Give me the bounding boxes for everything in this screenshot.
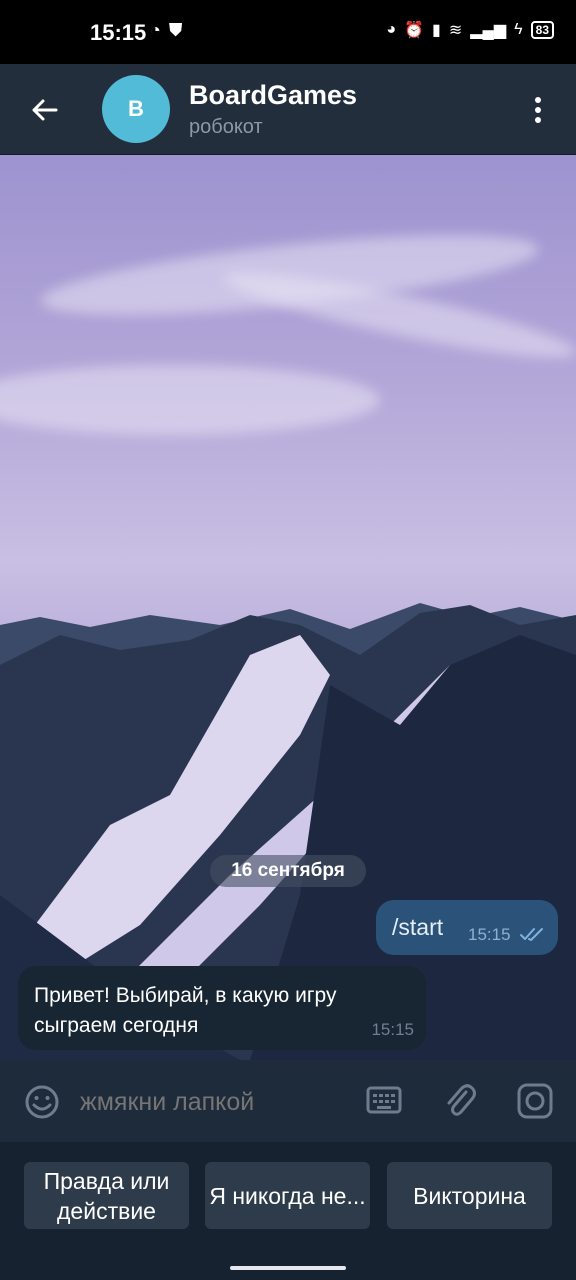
message-input[interactable] xyxy=(80,1088,350,1117)
keyboard-button-quiz[interactable]: Викторина xyxy=(387,1162,552,1229)
data-saver-icon: ◕ xyxy=(386,21,397,38)
charging-icon: ϟ xyxy=(514,21,523,38)
attach-icon[interactable] xyxy=(442,1082,478,1120)
chat-area[interactable]: 16 сентября /start 15:15 Привет! Выбирай… xyxy=(0,155,576,1060)
chat-header: B BoardGames робокот xyxy=(0,64,576,155)
chat-subtitle: робокот xyxy=(189,116,263,138)
message-input-bar xyxy=(0,1060,576,1142)
keyboard-button-truth-or-dare[interactable]: Правда или действие xyxy=(24,1162,189,1229)
vibrate-icon: ▮ xyxy=(432,22,441,39)
keyboard-icon[interactable] xyxy=(366,1086,402,1114)
bot-keyboard: Правда или действие Я никогда не... Викт… xyxy=(0,1142,576,1280)
avatar[interactable]: B xyxy=(102,75,170,143)
status-left-icons: ◔ ⛊ xyxy=(150,20,182,41)
wifi-icon: ≋ xyxy=(448,22,463,39)
home-indicator[interactable] xyxy=(230,1266,346,1270)
battery-indicator: 83 xyxy=(530,21,554,39)
message-text: Привет! Выбирай, в какую игру сыграем се… xyxy=(34,984,337,1037)
camera-icon[interactable] xyxy=(516,1082,554,1120)
wallpaper-cloud xyxy=(0,365,380,435)
double-check-icon xyxy=(520,928,543,941)
back-arrow-icon[interactable] xyxy=(28,94,60,126)
shield-icon: ⛊ xyxy=(168,20,183,40)
sync-icon: ◔ xyxy=(150,20,161,40)
keyboard-button-never-have-i-ever[interactable]: Я никогда не... xyxy=(205,1162,370,1229)
message-text: /start xyxy=(392,914,444,940)
incoming-message[interactable]: Привет! Выбирай, в какую игру сыграем се… xyxy=(18,966,426,1050)
date-separator: 16 сентября xyxy=(210,855,366,887)
message-time: 15:15 xyxy=(371,1020,414,1039)
chat-title[interactable]: BoardGames xyxy=(189,80,357,111)
emoji-icon[interactable] xyxy=(24,1084,60,1120)
alarm-icon: ⏰ xyxy=(404,22,424,39)
outgoing-message[interactable]: /start 15:15 xyxy=(376,900,558,955)
more-vert-icon[interactable] xyxy=(528,94,548,126)
status-right-icons: ◕ ⏰ ▮ ≋ ▂▄▆ ϟ 83 xyxy=(386,20,554,40)
message-time: 15:15 xyxy=(468,925,511,944)
status-time: 15:15 xyxy=(90,20,147,45)
status-bar: 15:15 ◔ ⛊ ◕ ⏰ ▮ ≋ ▂▄▆ ϟ 83 xyxy=(0,0,576,64)
signal-icon: ▂▄▆ xyxy=(470,22,507,39)
